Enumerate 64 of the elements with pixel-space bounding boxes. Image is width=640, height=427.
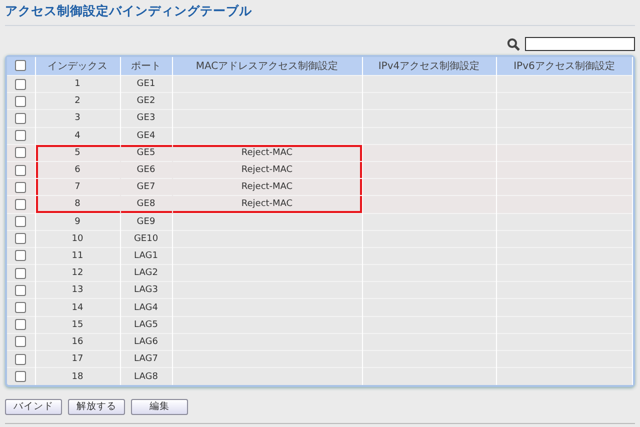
row-checkbox[interactable] — [15, 130, 26, 142]
table-cell: GE1 — [120, 76, 172, 93]
row-checkbox[interactable] — [15, 164, 26, 176]
select-all-checkbox[interactable] — [15, 60, 26, 72]
table-cell: 9 — [35, 213, 120, 230]
table-cell: LAG3 — [120, 282, 172, 299]
page-title: アクセス制御設定バインディングテーブル — [5, 3, 635, 26]
table-cell: Reject-MAC — [172, 144, 362, 162]
table-cell: LAG2 — [120, 264, 172, 282]
row-checkbox[interactable] — [15, 284, 26, 296]
row-checkbox[interactable] — [15, 233, 26, 244]
column-header: インデックス — [35, 57, 120, 76]
row-checkbox[interactable] — [15, 336, 26, 348]
row-checkbox[interactable] — [15, 302, 26, 314]
row-checkbox[interactable] — [15, 354, 26, 365]
row-checkbox[interactable] — [15, 147, 26, 158]
table-cell: GE3 — [120, 110, 172, 128]
column-header: IPv4アクセス制御設定 — [362, 57, 496, 76]
search-field[interactable] — [525, 37, 635, 51]
table-cell: 4 — [35, 127, 120, 144]
column-header: ポート — [120, 57, 172, 76]
table-cell: 5 — [35, 144, 120, 162]
table-cell: LAG8 — [120, 368, 172, 385]
table-cell: LAG6 — [120, 333, 172, 350]
table-cell: 15 — [35, 316, 120, 334]
table-cell: 12 — [35, 264, 120, 282]
table-cell: LAG5 — [120, 316, 172, 334]
table-cell: LAG1 — [120, 247, 172, 265]
row-checkbox[interactable] — [15, 371, 26, 382]
row-checkbox[interactable] — [15, 268, 26, 279]
table-cell: 3 — [35, 110, 120, 128]
table-cell: LAG7 — [120, 350, 172, 368]
table-cell: GE5 — [120, 144, 172, 162]
column-header: MACアドレスアクセス制御設定 — [172, 57, 362, 76]
table-cell: GE4 — [120, 127, 172, 144]
row-checkbox[interactable] — [15, 78, 26, 90]
action-button[interactable]: 編集 — [131, 398, 188, 415]
row-checkbox[interactable] — [15, 182, 26, 193]
table-cell: 2 — [35, 92, 120, 110]
action-button[interactable]: 解放する — [68, 398, 125, 415]
table-cell: 11 — [35, 247, 120, 265]
row-checkbox[interactable] — [15, 216, 26, 228]
table-cell: GE8 — [120, 196, 172, 213]
table-cell: 16 — [35, 333, 120, 350]
table-cell: GE9 — [120, 213, 172, 230]
table-cell: 8 — [35, 196, 120, 213]
table-cell: 1 — [35, 76, 120, 93]
table-cell: 18 — [35, 368, 120, 385]
row-checkbox[interactable] — [15, 198, 26, 210]
row-checkbox[interactable] — [15, 319, 26, 330]
table-cell: 17 — [35, 350, 120, 368]
table-cell: 14 — [35, 298, 120, 316]
row-checkbox[interactable] — [15, 250, 26, 262]
row-checkbox[interactable] — [15, 112, 26, 124]
table-cell: 10 — [35, 230, 120, 248]
table-cell: Reject-MAC — [172, 196, 362, 213]
table-cell: 13 — [35, 282, 120, 299]
search-icon — [507, 38, 520, 50]
column-header: IPv6アクセス制御設定 — [496, 57, 632, 76]
action-button[interactable]: バインド — [5, 398, 62, 415]
table-cell: GE10 — [120, 230, 172, 248]
table-cell: GE2 — [120, 92, 172, 110]
row-checkbox[interactable] — [15, 96, 26, 107]
table-cell: LAG4 — [120, 298, 172, 316]
